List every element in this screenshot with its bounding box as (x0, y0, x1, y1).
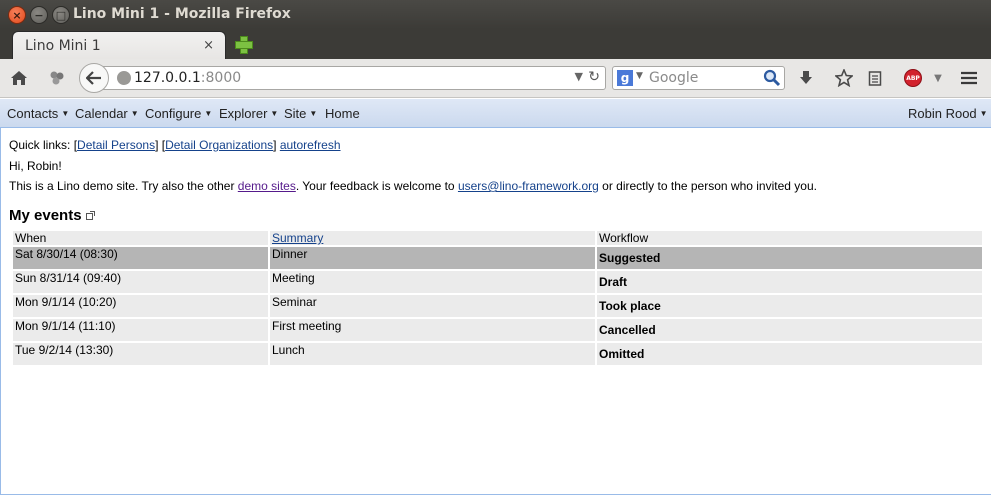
adblock-icon[interactable]: ABP (904, 69, 922, 87)
link-detail-persons[interactable]: Detail Persons (77, 138, 155, 152)
sort-summary-link[interactable]: Summary (272, 231, 323, 245)
cell-workflow[interactable]: Cancelled (597, 319, 982, 341)
tab-strip: Lino Mini 1 × (0, 29, 991, 59)
cell-when[interactable]: Sun 8/31/14 (09:40) (13, 271, 268, 293)
quick-links: Quick links: [Detail Persons] [Detail Or… (9, 138, 341, 152)
column-header-summary[interactable]: Summary (270, 231, 595, 245)
table-row[interactable]: Sat 8/30/14 (08:30) Dinner Suggested (13, 247, 982, 269)
cell-summary[interactable]: First meeting (270, 319, 595, 341)
cell-summary[interactable]: Seminar (270, 295, 595, 317)
home-icon[interactable] (8, 67, 30, 89)
menu-contacts[interactable]: Contacts ▼ (7, 106, 69, 121)
link-demo-sites[interactable]: demo sites (238, 179, 296, 193)
tab-label: Lino Mini 1 (25, 38, 101, 54)
chevron-down-icon: ▼ (204, 109, 213, 118)
intro-text: This is a Lino demo site. Try also the o… (9, 179, 817, 193)
url-dropdown-icon[interactable]: ▼ (575, 70, 583, 83)
chevron-down-icon: ▼ (309, 109, 318, 118)
window-title: Lino Mini 1 - Mozilla Firefox (73, 6, 291, 22)
tab-close-icon[interactable]: × (203, 38, 214, 53)
cell-workflow[interactable]: Suggested (597, 247, 982, 269)
downloads-icon[interactable] (795, 67, 817, 89)
menu-configure[interactable]: Configure ▼ (145, 106, 212, 121)
link-autorefresh[interactable]: autorefresh (280, 138, 341, 152)
back-button[interactable] (79, 63, 109, 93)
greeting: Hi, Robin! (9, 159, 62, 173)
cell-when[interactable]: Mon 9/1/14 (11:10) (13, 319, 268, 341)
hamburger-menu-icon[interactable] (958, 67, 980, 89)
navigation-toolbar: 127.0.0.1:8000 ▼ ↻ g ▼ Google ▼ (0, 59, 991, 98)
link-detail-organizations[interactable]: Detail Organizations (165, 138, 273, 152)
events-heading: My events (9, 207, 95, 224)
cell-summary[interactable]: Meeting (270, 271, 595, 293)
cell-when[interactable]: Tue 9/2/14 (13:30) (13, 343, 268, 365)
cell-workflow[interactable]: Omitted (597, 343, 982, 365)
table-row[interactable]: Tue 9/2/14 (13:30) Lunch Omitted (13, 343, 982, 365)
menu-home[interactable]: Home (325, 106, 360, 121)
window-controls: × − □ (8, 6, 70, 24)
window-titlebar: × − □ Lino Mini 1 - Mozilla Firefox (0, 0, 991, 29)
main-content: Quick links: [Detail Persons] [Detail Or… (0, 128, 991, 499)
chevron-down-icon: ▼ (270, 109, 279, 118)
url-text[interactable]: 127.0.0.1:8000 (134, 70, 241, 86)
search-engine-dropdown-icon[interactable]: ▼ (636, 71, 643, 81)
site-identity-icon[interactable] (117, 71, 131, 85)
status-divider (0, 494, 991, 499)
cell-when[interactable]: Sat 8/30/14 (08:30) (13, 247, 268, 269)
user-menu[interactable]: Robin Rood ▼ (908, 106, 988, 121)
window-minimize-button[interactable]: − (30, 6, 48, 24)
new-tab-icon[interactable] (234, 35, 253, 54)
menu-explorer[interactable]: Explorer ▼ (219, 106, 278, 121)
window-close-button[interactable]: × (8, 6, 26, 24)
window-maximize-button[interactable]: □ (52, 6, 70, 24)
app-menu-bar: Contacts ▼ Calendar ▼ Configure ▼ Explorer ▼… (0, 99, 991, 128)
adblock-dropdown-icon[interactable]: ▼ (927, 67, 949, 89)
search-engine-icon[interactable]: g (617, 70, 633, 86)
chevron-down-icon: ▼ (61, 109, 70, 118)
cell-summary[interactable]: Dinner (270, 247, 595, 269)
column-header-workflow: Workflow (597, 231, 982, 245)
table-row[interactable]: Sun 8/31/14 (09:40) Meeting Draft (13, 271, 982, 293)
chevron-down-icon: ▼ (130, 109, 139, 118)
cell-workflow[interactable]: Draft (597, 271, 982, 293)
table-header-row: When Summary Workflow (13, 231, 982, 245)
table-row[interactable]: Mon 9/1/14 (10:20) Seminar Took place (13, 295, 982, 317)
sync-icon[interactable] (46, 67, 68, 89)
events-table: When Summary Workflow Sat 8/30/14 (08:30… (11, 229, 984, 367)
open-in-window-icon[interactable] (85, 211, 95, 220)
bookmark-star-icon[interactable] (833, 67, 855, 89)
search-icon[interactable] (763, 69, 781, 87)
link-email[interactable]: users@lino-framework.org (458, 179, 599, 193)
cell-when[interactable]: Mon 9/1/14 (10:20) (13, 295, 268, 317)
column-header-when: When (13, 231, 268, 245)
browser-tab[interactable]: Lino Mini 1 × (12, 31, 226, 59)
chevron-down-icon: ▼ (979, 109, 988, 118)
reload-icon[interactable]: ↻ (588, 69, 600, 85)
search-bar[interactable]: g ▼ Google (612, 66, 785, 90)
menu-calendar[interactable]: Calendar ▼ (75, 106, 139, 121)
search-placeholder: Google (649, 70, 699, 86)
table-row[interactable]: Mon 9/1/14 (11:10) First meeting Cancell… (13, 319, 982, 341)
cell-workflow[interactable]: Took place (597, 295, 982, 317)
bookmarks-menu-icon[interactable] (864, 67, 886, 89)
menu-site[interactable]: Site ▼ (284, 106, 317, 121)
cell-summary[interactable]: Lunch (270, 343, 595, 365)
url-bar[interactable]: 127.0.0.1:8000 ▼ ↻ (100, 66, 606, 90)
